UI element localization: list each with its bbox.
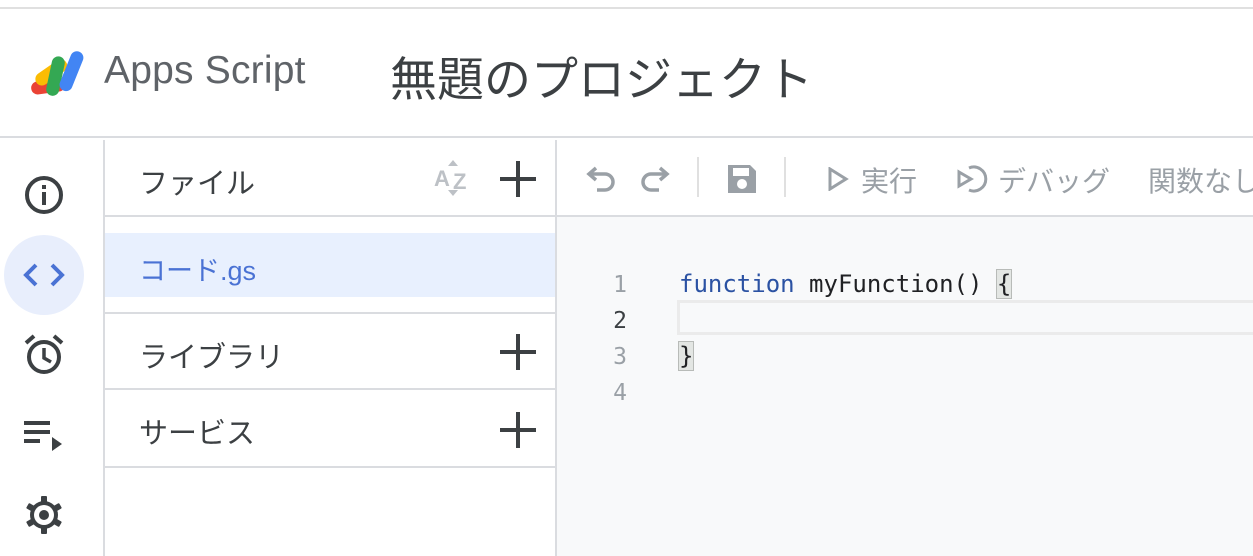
add-file-icon[interactable]: [500, 161, 536, 197]
triggers-button[interactable]: [4, 315, 84, 395]
services-section: サービス: [105, 390, 555, 468]
debug-button[interactable]: デバッグ: [998, 160, 1110, 200]
current-line-highlight: [677, 300, 1253, 335]
toolbar-divider: [697, 157, 699, 197]
code-keyword: function: [679, 270, 795, 298]
line-number: 1: [613, 272, 627, 298]
code-line-1: function myFunction() {: [679, 269, 1013, 299]
files-header: ファイル A Z: [105, 140, 555, 217]
code-icon: [23, 263, 65, 287]
play-icon[interactable]: [827, 167, 849, 191]
editor-toolbar: 実行 デバッグ 関数なし: [557, 140, 1253, 217]
apps-script-logo[interactable]: [27, 44, 93, 98]
alarm-clock-icon: [24, 334, 64, 374]
gear-icon: [26, 496, 62, 534]
code-close-brace: }: [677, 341, 695, 371]
executions-button[interactable]: [4, 395, 84, 475]
line-number: 4: [613, 380, 627, 406]
svg-text:A: A: [434, 166, 450, 191]
undo-icon[interactable]: [583, 164, 617, 192]
debug-icon[interactable]: [955, 163, 989, 195]
add-service-icon[interactable]: [500, 412, 536, 448]
editor-button[interactable]: [4, 235, 84, 315]
code-open-brace: {: [995, 269, 1013, 299]
redo-icon[interactable]: [639, 164, 673, 192]
libraries-label: ライブラリ: [139, 342, 285, 374]
playlist-play-icon: [24, 421, 62, 451]
files-title: ファイル: [139, 168, 256, 200]
left-rail: [0, 140, 105, 556]
file-name: コード.gs: [139, 256, 257, 286]
code-line-3: }: [677, 341, 695, 371]
file-item-code-gs[interactable]: コード.gs: [105, 233, 555, 297]
info-icon: [25, 176, 63, 214]
code-area[interactable]: 1 2 3 4 function myFunction() { }: [557, 217, 1253, 556]
settings-button[interactable]: [4, 475, 84, 555]
add-library-icon[interactable]: [500, 334, 536, 370]
overview-button[interactable]: [4, 155, 84, 235]
services-label: サービス: [139, 418, 256, 450]
toolbar-divider: [784, 157, 786, 197]
line-number: 3: [613, 344, 627, 370]
project-title[interactable]: 無題のプロジェクト: [390, 41, 813, 110]
brand-name: Apps Script: [104, 49, 306, 92]
code-editor-pane: 実行 デバッグ 関数なし 1 2 3 4 function myFunction…: [557, 140, 1253, 556]
sort-az-icon[interactable]: A Z: [432, 158, 474, 198]
code-function-signature: myFunction(): [794, 270, 997, 298]
files-panel: ファイル A Z コード.gs ライブラリ サービス: [105, 140, 557, 556]
run-button[interactable]: 実行: [861, 160, 917, 200]
app-header: Apps Script 無題のプロジェクト: [0, 9, 1253, 138]
line-number: 2: [613, 308, 627, 334]
save-icon[interactable]: [725, 162, 759, 196]
libraries-section: ライブラリ: [105, 312, 555, 390]
function-select[interactable]: 関数なし: [1148, 160, 1253, 200]
